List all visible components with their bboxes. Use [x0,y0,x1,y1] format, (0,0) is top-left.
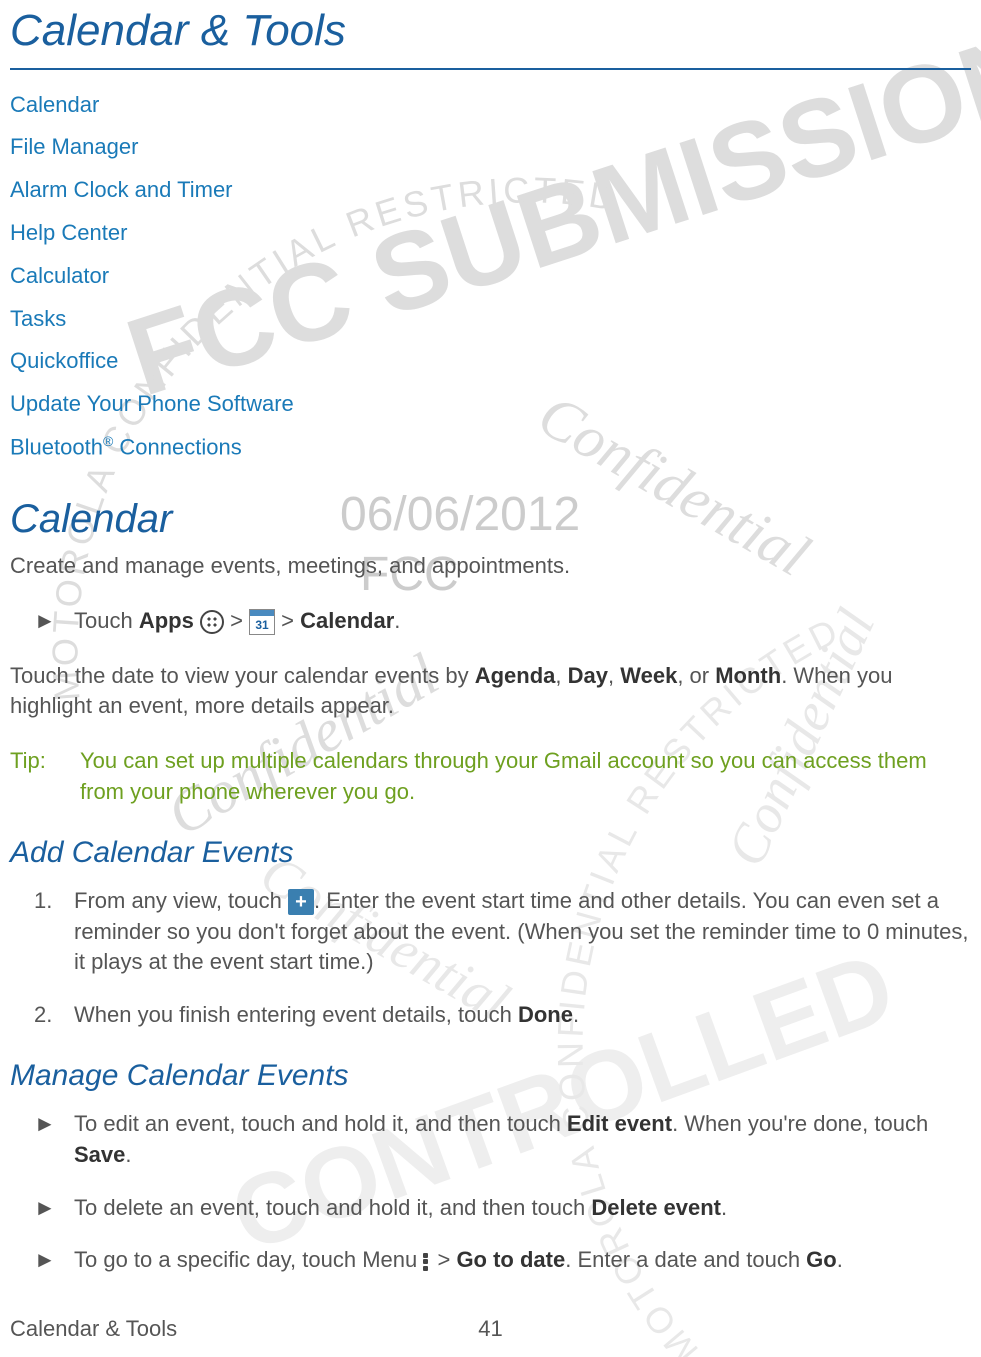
toc-link-tasks[interactable]: Tasks [10,304,971,335]
m3-gt: > [431,1247,456,1272]
plus-icon: + [288,889,314,915]
toc-link-update[interactable]: Update Your Phone Software [10,389,971,420]
delete-event-label: Delete event [591,1195,721,1220]
apps-label: Apps [139,608,194,633]
manage-step-1: ► To edit an event, touch and hold it, a… [10,1109,971,1171]
calendar-icon: 31 [249,609,275,635]
bt-sup: ® [103,433,113,449]
toc-link-quickoffice[interactable]: Quickoffice [10,346,971,377]
month-label: Month [715,663,781,688]
edit-event-label: Edit event [567,1111,672,1136]
text-touch: Touch [74,608,139,633]
toc-link-help-center[interactable]: Help Center [10,218,971,249]
num-1: 1. [34,886,74,917]
page-footer: Calendar & Tools 41 [10,1314,971,1345]
m3-mid: . Enter a date and touch [565,1247,806,1272]
vp1: Touch the date to view your calendar eve… [10,663,475,688]
add-step-1: 1. From any view, touch +. Enter the eve… [10,886,971,978]
section-heading-calendar: Calendar [10,491,971,547]
bt-suffix: Connections [113,434,241,459]
period-1: . [394,608,400,633]
m1-pre: To edit an event, touch and hold it, and… [74,1111,567,1136]
toc-link-bluetooth[interactable]: Bluetooth® Connections [10,432,971,463]
toc-link-alarm[interactable]: Alarm Clock and Timer [10,175,971,206]
gt-1: > [224,608,249,633]
launch-step-1: ► Touch Apps > 31 > Calendar. [10,606,971,637]
launch-steps: ► Touch Apps > 31 > Calendar. [10,606,971,637]
go-label: Go [806,1247,837,1272]
calendar-description: Create and manage events, meetings, and … [10,551,971,582]
apps-grid-icon [200,610,224,634]
manage-steps: ► To edit an event, touch and hold it, a… [10,1109,971,1276]
tip-label: Tip: [10,746,80,808]
calendar-label: Calendar [300,608,394,633]
arrow-marker-m1: ► [34,1109,74,1140]
a2-pre: When you finish entering event details, … [74,1002,518,1027]
footer-section-name: Calendar & Tools [10,1314,177,1345]
tip-body: You can set up multiple calendars throug… [80,746,971,808]
toc-link-calendar[interactable]: Calendar [10,90,971,121]
arrow-marker-m2: ► [34,1193,74,1224]
add-step-2: 2. When you finish entering event detail… [10,1000,971,1031]
gt-2: > [275,608,300,633]
manage-step-2: ► To delete an event, touch and hold it,… [10,1193,971,1224]
save-label: Save [74,1142,125,1167]
period-3: . [125,1142,131,1167]
agenda-label: Agenda [475,663,556,688]
bt-base: Bluetooth [10,434,103,459]
week-label: Week [620,663,677,688]
m3-pre: To go to a specific day, touch Menu [74,1247,423,1272]
num-2: 2. [34,1000,74,1031]
page-number: 41 [478,1314,502,1345]
tip-block: Tip: You can set up multiple calendars t… [10,746,971,808]
m2-pre: To delete an event, touch and hold it, a… [74,1195,591,1220]
period-2: . [573,1002,579,1027]
manage-step-3: ► To go to a specific day, touch Menu > … [10,1245,971,1276]
done-label: Done [518,1002,573,1027]
goto-date-label: Go to date [456,1247,565,1272]
period-4: . [721,1195,727,1220]
a1-pre: From any view, touch [74,888,288,913]
toc-link-calculator[interactable]: Calculator [10,261,971,292]
c3: , or [677,663,715,688]
toc-link-file-manager[interactable]: File Manager [10,132,971,163]
view-paragraph: Touch the date to view your calendar eve… [10,661,971,723]
m1-mid: . When you're done, touch [672,1111,928,1136]
arrow-marker: ► [34,606,74,637]
add-steps: 1. From any view, touch +. Enter the eve… [10,886,971,1031]
c1: , [555,663,567,688]
subsection-manage-events: Manage Calendar Events [10,1055,971,1097]
page-title: Calendar & Tools [10,0,971,70]
period-5: . [837,1247,843,1272]
c2: , [608,663,620,688]
calendar-icon-num: 31 [255,619,268,631]
table-of-contents: Calendar File Manager Alarm Clock and Ti… [10,90,971,464]
day-label: Day [568,663,608,688]
subsection-add-events: Add Calendar Events [10,832,971,874]
arrow-marker-m3: ► [34,1245,74,1276]
